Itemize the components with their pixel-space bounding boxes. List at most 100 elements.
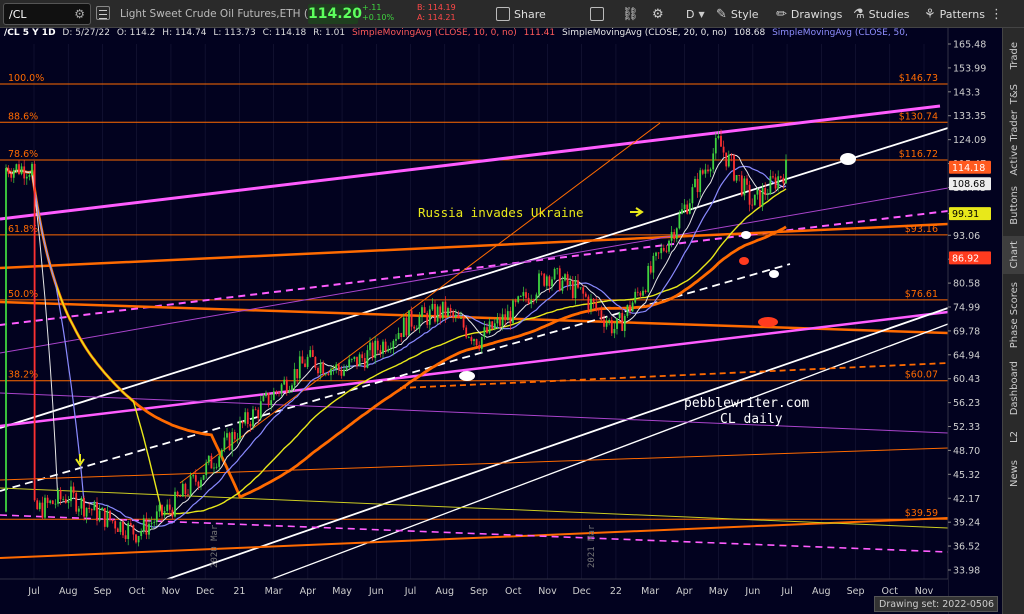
candle-body: [101, 508, 104, 511]
candle-body: [270, 400, 273, 406]
studies-button[interactable]: ⚗ Studies: [853, 4, 909, 24]
candle-body: [5, 168, 7, 512]
more-menu-button[interactable]: ⋮: [990, 4, 1003, 24]
drawing-set-selector[interactable]: Drawing set: 2022-0506: [874, 596, 998, 612]
candle-body: [265, 392, 267, 397]
price-chart[interactable]: 100.0% $146.73 88.6% $130.74 78.6% $116.72 61.…: [0, 28, 1002, 614]
link-button[interactable]: ⛓: [622, 4, 639, 24]
marker-ellipse[interactable]: [459, 371, 475, 381]
date-tick-label: May: [709, 586, 729, 597]
drawing-tool-button[interactable]: D ▼: [686, 4, 705, 24]
price-tick-label: 60.43: [953, 374, 980, 385]
candle-body: [179, 496, 182, 497]
candle-body: [517, 296, 520, 303]
candle-body: [774, 177, 777, 189]
candle-body: [116, 528, 119, 533]
side-tab-chart[interactable]: Chart: [1003, 236, 1024, 274]
drawings-button[interactable]: ✏ Drawings: [776, 4, 842, 24]
candle-body: [527, 297, 530, 304]
price-badge-label: 99.31: [952, 209, 979, 220]
candle-body: [371, 342, 374, 359]
candle-body: [361, 354, 364, 359]
candle-body: [353, 356, 356, 360]
style-button[interactable]: ✎ Style: [716, 4, 759, 24]
sma20-label[interactable]: SimpleMovingAvg (CLOSE, 20, 0, no): [562, 28, 727, 38]
candle-body: [51, 500, 54, 505]
side-tab-t-s[interactable]: T&S: [1003, 78, 1024, 110]
candle-body: [402, 317, 405, 338]
candle-body: [493, 323, 496, 330]
candle-body: [421, 307, 423, 317]
side-tab-buttons[interactable]: Buttons: [1003, 176, 1024, 234]
price-tick-label: 80.58: [953, 279, 980, 290]
date-tick-label: Nov: [538, 586, 557, 597]
candle-body: [408, 310, 410, 336]
hamburger-menu-icon[interactable]: [96, 6, 110, 20]
share-button[interactable]: Share: [496, 4, 546, 24]
candle-body: [379, 350, 382, 354]
price-tick-label: 133.35: [953, 111, 986, 122]
date-tick-label: Jun: [744, 586, 760, 597]
chart-canvas[interactable]: 100.0% $146.73 88.6% $130.74 78.6% $116.72 61.…: [0, 28, 1002, 614]
candle-body: [735, 175, 738, 181]
date-tick-label: Apr: [300, 586, 317, 597]
candle-body: [504, 314, 507, 321]
candle-body: [707, 169, 709, 172]
candle-body: [278, 392, 280, 394]
grid-layout-button[interactable]: [590, 4, 604, 24]
candle-body: [337, 364, 340, 370]
settings-button[interactable]: ⚙: [652, 4, 664, 24]
candle-body: [236, 439, 239, 440]
candle-body: [506, 311, 509, 321]
price-tick-label: 153.99: [953, 63, 986, 74]
candle-body: [70, 486, 72, 502]
side-tab-news[interactable]: News: [1003, 454, 1024, 494]
event-annotation[interactable]: Russia invades Ukraine: [418, 205, 584, 220]
patterns-button[interactable]: ⚘ Patterns: [924, 4, 985, 24]
candle-body: [673, 232, 676, 240]
gear-icon[interactable]: ⚙: [74, 7, 85, 21]
sma50-label[interactable]: SimpleMovingAvg (CLOSE, 50,: [772, 28, 908, 38]
candle-body: [629, 304, 631, 312]
candle-body: [249, 423, 252, 427]
date-tick-label: 21: [233, 586, 245, 597]
candle-body: [415, 328, 418, 330]
side-tab-phase-scores[interactable]: Phase Scores: [1003, 276, 1024, 354]
candle-body: [324, 373, 327, 375]
candle-body: [25, 176, 28, 179]
candle-body: [631, 302, 634, 312]
side-tab-trade[interactable]: Trade: [1003, 36, 1024, 76]
date-tick-label: Jun: [368, 586, 384, 597]
candle-body: [582, 287, 585, 294]
candle-body: [785, 159, 787, 184]
side-tab-active-trader[interactable]: Active Trader: [1003, 110, 1024, 176]
bar-high: H: 114.74: [162, 28, 207, 38]
candle-body: [436, 306, 439, 322]
sma10-label[interactable]: SimpleMovingAvg (CLOSE, 10, 0, no): [352, 28, 517, 38]
candle-body: [202, 475, 205, 480]
candle-body: [496, 317, 499, 324]
candle-body: [608, 319, 611, 323]
candle-body: [678, 213, 681, 229]
candle-body: [543, 273, 546, 286]
date-tick-label: Sep: [847, 586, 865, 597]
brush-icon: ✎: [716, 6, 727, 22]
marker-ellipse[interactable]: [769, 270, 779, 278]
marker-ellipse[interactable]: [758, 317, 778, 327]
candle-body: [213, 467, 215, 469]
candle-body: [259, 401, 262, 419]
candle-body: [681, 209, 683, 214]
candle-body: [564, 274, 566, 281]
candle-body: [579, 287, 582, 289]
drawings-label: Drawings: [790, 7, 843, 21]
marker-ellipse[interactable]: [840, 153, 856, 165]
fib-price-label: $146.73: [899, 73, 938, 84]
marker-ellipse[interactable]: [741, 231, 751, 239]
marker-ellipse[interactable]: [739, 257, 749, 265]
price-tick-label: 39.24: [953, 518, 980, 529]
candle-body: [176, 491, 179, 497]
side-tab-dashboard[interactable]: Dashboard: [1003, 356, 1024, 420]
symbol-input[interactable]: /CL ⚙: [3, 3, 91, 25]
candle-body: [704, 169, 707, 174]
side-tab-l2[interactable]: L2: [1003, 422, 1024, 452]
